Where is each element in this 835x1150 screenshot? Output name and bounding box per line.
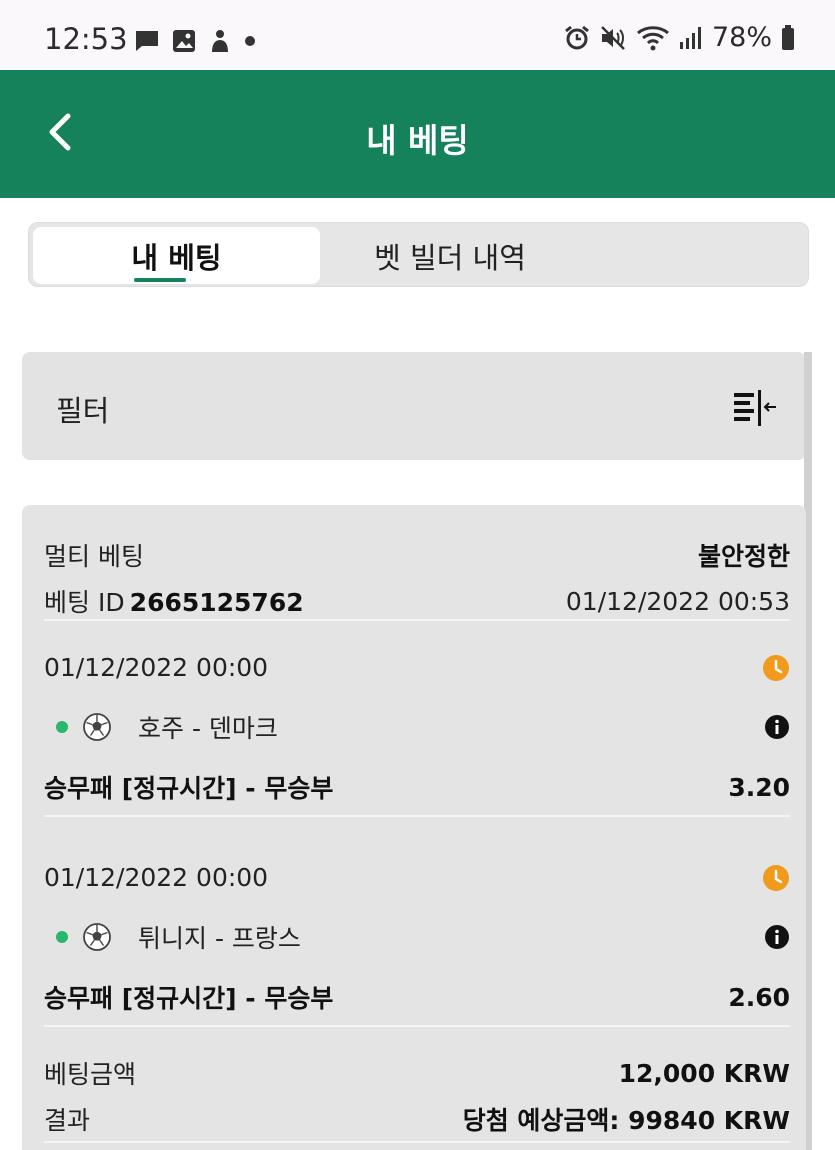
selection-datetime: 01/12/2022 00:00 xyxy=(44,653,269,682)
page-title: 내 베팅 xyxy=(366,121,469,160)
info-icon[interactable] xyxy=(764,924,790,950)
tab-label: 내 베팅 xyxy=(131,240,222,275)
bet-placed-at: 01/12/2022 00:53 xyxy=(565,586,790,616)
app-icon xyxy=(212,30,228,52)
filter-bar[interactable]: 필터 xyxy=(22,352,806,460)
selection-market-row: 승무패 [정규시간] - 무승부 3.20 xyxy=(44,769,790,805)
live-status-dot xyxy=(56,931,68,943)
system-icons: 78% xyxy=(564,22,795,53)
selection-match: 튀니지 - 프랑스 xyxy=(44,919,301,955)
match-teams: 호주 - 덴마크 xyxy=(138,714,278,743)
divider xyxy=(44,1025,790,1027)
bet-type: 멀티 베팅 xyxy=(44,542,144,571)
soccer-ball-icon xyxy=(83,713,111,741)
battery-percent: 78% xyxy=(711,22,772,53)
soccer-ball-icon xyxy=(83,923,111,951)
image-icon xyxy=(173,30,195,52)
pending-clock-icon[interactable] xyxy=(762,864,790,892)
selection-odds: 3.20 xyxy=(728,772,790,802)
dot-icon xyxy=(245,36,255,46)
bet-type-row: 멀티 베팅 불안정한 xyxy=(44,537,790,573)
message-icon xyxy=(136,31,158,51)
bet-status: 불안정한 xyxy=(697,542,790,571)
bet-id: 베팅 ID 2665125762 xyxy=(44,583,304,619)
battery-icon xyxy=(782,24,794,50)
wifi-icon xyxy=(636,25,669,50)
selection-market: 승무패 [정규시간] - 무승부 xyxy=(44,774,334,803)
mute-icon xyxy=(601,25,625,50)
selection-datetime: 01/12/2022 00:00 xyxy=(44,863,269,892)
selection-match-row: 튀니지 - 프랑스 xyxy=(44,919,790,955)
selection-date-row: 01/12/2022 00:00 xyxy=(44,863,790,892)
tab-label: 벳 빌더 내역 xyxy=(374,240,526,275)
app-bar: 내 베팅 xyxy=(0,70,835,198)
match-teams: 튀니지 - 프랑스 xyxy=(138,924,301,953)
divider xyxy=(44,1141,790,1143)
selection-odds: 2.60 xyxy=(728,982,790,1012)
tab-my-bets[interactable]: 내 베팅 xyxy=(33,227,320,284)
bet-id-label: 베팅 ID xyxy=(44,588,125,617)
result-label: 결과 xyxy=(44,1106,91,1135)
result-row: 결과 당첨 예상금액: 99840 KRW xyxy=(44,1101,790,1137)
tab-bar: 내 베팅 벳 빌더 내역 xyxy=(28,222,809,287)
divider xyxy=(44,619,790,621)
active-tab-indicator xyxy=(134,278,186,282)
notification-icons xyxy=(134,28,256,54)
selection-date-row: 01/12/2022 00:00 xyxy=(44,653,790,682)
result-value: 당첨 예상금액: 99840 KRW xyxy=(462,1106,790,1135)
stake-value: 12,000 KRW xyxy=(618,1058,790,1088)
stake-label: 베팅금액 xyxy=(44,1060,137,1089)
signal-icon xyxy=(679,26,701,49)
filter-button[interactable] xyxy=(732,388,780,428)
selection-match-row: 호주 - 덴마크 xyxy=(44,709,790,745)
divider xyxy=(44,815,790,817)
live-status-dot xyxy=(56,721,68,733)
status-time: 12:53 xyxy=(44,22,128,56)
filter-label: 필터 xyxy=(56,394,110,428)
bet-id-value: 2665125762 xyxy=(129,588,304,617)
alarm-icon xyxy=(565,25,589,49)
filter-collapse-icon xyxy=(734,390,776,426)
stake-row: 베팅금액 12,000 KRW xyxy=(44,1055,790,1091)
bet-id-row: 베팅 ID 2665125762 01/12/2022 00:53 xyxy=(44,583,790,619)
info-icon[interactable] xyxy=(764,714,790,740)
selection-market: 승무패 [정규시간] - 무승부 xyxy=(44,984,334,1013)
bet-card: 멀티 베팅 불안정한 베팅 ID 2665125762 01/12/2022 0… xyxy=(22,505,806,1150)
selection-market-row: 승무패 [정규시간] - 무승부 2.60 xyxy=(44,979,790,1015)
pending-clock-icon[interactable] xyxy=(762,654,790,682)
status-bar: 12:53 78% xyxy=(0,0,835,70)
selection-match: 호주 - 덴마크 xyxy=(44,709,278,745)
tab-bet-builder-history[interactable]: 벳 빌더 내역 xyxy=(325,227,575,284)
